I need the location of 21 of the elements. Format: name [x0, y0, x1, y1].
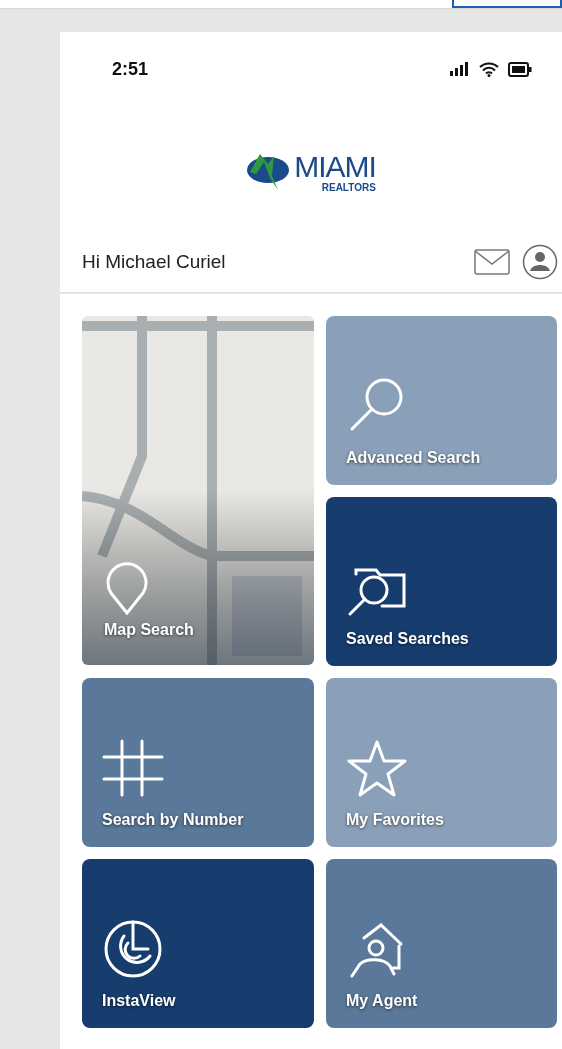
signal-icon: [450, 62, 470, 76]
logo-name: MIAMI: [294, 151, 376, 182]
wifi-icon: [479, 61, 499, 77]
menu-tile[interactable]: Saved Searches: [326, 497, 557, 666]
greeting-text: Hi Michael Curiel: [82, 251, 226, 273]
star-icon: [346, 739, 408, 799]
status-time: 2:51: [112, 58, 149, 80]
menu-tile[interactable]: Search by Number: [82, 678, 314, 847]
folder-search-icon: [346, 566, 408, 618]
battery-icon: [508, 61, 532, 77]
menu-tile[interactable]: My Favorites: [326, 678, 557, 847]
profile-button[interactable]: [522, 244, 558, 280]
mail-button[interactable]: [474, 249, 510, 275]
menu-tile[interactable]: My Agent: [326, 859, 557, 1028]
menu-tile[interactable]: InstaView: [82, 859, 314, 1028]
menu-tile[interactable]: Advanced Search: [326, 316, 557, 485]
logo-subtitle: REALTORS: [321, 181, 376, 193]
hashtag-icon: [102, 737, 164, 799]
browser-tab[interactable]: [452, 0, 562, 8]
tile-label: Map Search: [104, 621, 194, 639]
radar-icon: [102, 918, 164, 980]
